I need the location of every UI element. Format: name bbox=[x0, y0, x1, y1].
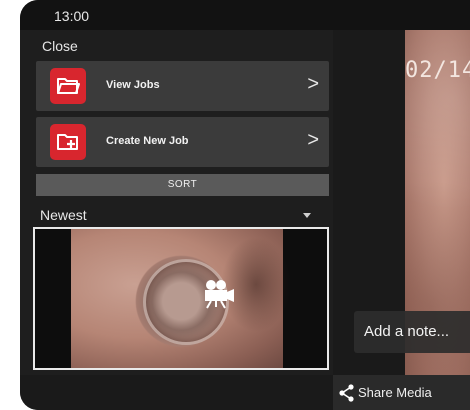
sort-button[interactable]: SORT bbox=[36, 174, 329, 196]
view-jobs-label: View Jobs bbox=[106, 79, 160, 91]
folder-open-icon bbox=[50, 68, 86, 104]
share-icon bbox=[339, 384, 354, 402]
media-timestamp: 02/14 bbox=[405, 58, 470, 83]
device-screen: 13:00 02/14 Close View Jobs > Create New… bbox=[20, 0, 470, 410]
sort-dropdown[interactable]: Newest bbox=[40, 207, 87, 223]
create-new-job-label: Create New Job bbox=[106, 135, 189, 147]
status-bar: 13:00 bbox=[20, 0, 470, 30]
view-jobs-button[interactable]: View Jobs > bbox=[36, 61, 329, 111]
create-new-job-button[interactable]: Create New Job > bbox=[36, 117, 329, 167]
folder-add-icon bbox=[50, 124, 86, 160]
chevron-right-icon: > bbox=[307, 129, 319, 151]
media-thumbnail[interactable] bbox=[33, 227, 329, 370]
chevron-right-icon: > bbox=[307, 73, 319, 95]
chevron-down-icon[interactable] bbox=[303, 213, 311, 218]
add-note-label: Add a note... bbox=[364, 323, 450, 340]
share-media-label: Share Media bbox=[358, 385, 432, 400]
status-time: 13:00 bbox=[54, 8, 90, 24]
video-camera-icon bbox=[205, 280, 234, 309]
thumbnail-image bbox=[71, 229, 291, 368]
add-note-button[interactable]: Add a note... bbox=[354, 311, 470, 353]
share-media-button[interactable]: Share Media bbox=[333, 375, 470, 410]
close-button[interactable]: Close bbox=[42, 38, 78, 54]
